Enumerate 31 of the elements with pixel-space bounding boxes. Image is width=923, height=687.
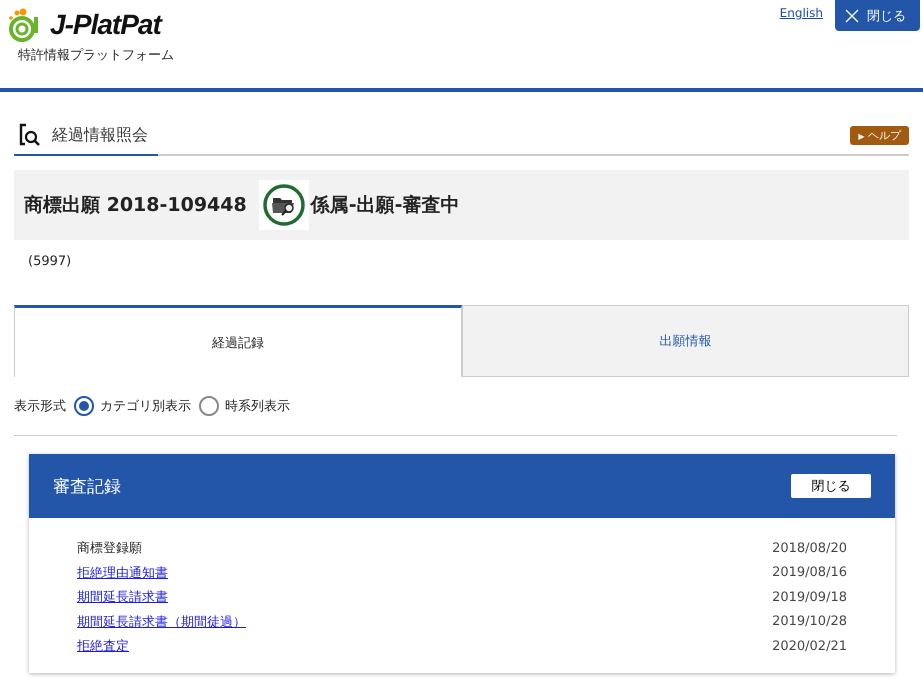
record-date: 2019/10/28 [772, 614, 847, 630]
language-link[interactable]: English [780, 6, 823, 20]
record-date: 2019/08/16 [772, 565, 847, 580]
page-title: 経過情報照会 [52, 124, 148, 146]
application-status: 係属-出願-審査中 [310, 193, 460, 218]
record-link[interactable]: 期間延長請求書（期間徒過） [77, 612, 246, 631]
close-button[interactable]: 閉じる [791, 474, 871, 498]
close-icon [845, 8, 859, 22]
display-mode-label: 表示形式 [14, 398, 66, 415]
close-button[interactable]: 閉じる [835, 0, 920, 31]
application-note: (5997) [27, 253, 72, 271]
help-button[interactable]: ▶ ヘルプ [850, 126, 909, 144]
application-title: 商標出願 2018-109448 [24, 193, 247, 218]
record-date: 2020/02/21 [772, 638, 847, 654]
record-date: 2018/08/20 [772, 540, 847, 556]
logo-text: J-PlatPat [50, 9, 161, 41]
logo-subtitle: 特許情報プラットフォーム [18, 47, 174, 64]
tab[interactable]: 出願情報 [462, 305, 909, 377]
folder-search-icon [258, 180, 309, 230]
record-name: 商標登録願 [77, 540, 142, 558]
search-icon [18, 123, 42, 147]
radio-option[interactable]: カテゴリ別表示 [74, 396, 191, 416]
radio-option[interactable]: 時系列表示 [199, 396, 290, 416]
panel-title: 審査記録 [53, 476, 121, 498]
radio-button[interactable] [199, 396, 219, 416]
record-link[interactable]: 拒絶査定 [77, 637, 129, 656]
radio-button[interactable] [74, 396, 94, 416]
record-date: 2019/09/18 [772, 590, 847, 605]
record-link[interactable]: 拒絶理由通知書 [77, 564, 168, 582]
tab[interactable]: 経過記録 [14, 305, 462, 377]
record-link[interactable]: 期間延長請求書 [77, 588, 168, 606]
